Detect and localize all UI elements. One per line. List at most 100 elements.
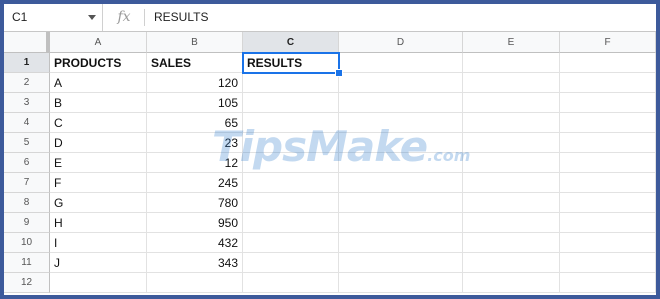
cell-d9[interactable] (339, 213, 463, 233)
cell-f1[interactable] (560, 53, 656, 73)
cell-f11[interactable] (560, 253, 656, 273)
cell-a12[interactable] (50, 273, 147, 293)
cell-b10[interactable]: 432 (147, 233, 243, 253)
cell-a4[interactable]: C (50, 113, 147, 133)
row-header-8[interactable]: 8 (4, 193, 50, 213)
cell-e4[interactable] (463, 113, 560, 133)
cell-d11[interactable] (339, 253, 463, 273)
cell-d12[interactable] (339, 273, 463, 293)
cell-b9[interactable]: 950 (147, 213, 243, 233)
cell-a6[interactable]: E (50, 153, 147, 173)
cell-e9[interactable] (463, 213, 560, 233)
cell-f3[interactable] (560, 93, 656, 113)
column-header-c[interactable]: C (243, 32, 339, 53)
cell-c11[interactable] (243, 253, 339, 273)
row-header-4[interactable]: 4 (4, 113, 50, 133)
cell-c4[interactable] (243, 113, 339, 133)
chevron-down-icon[interactable] (88, 15, 96, 20)
cell-a1[interactable]: PRODUCTS (50, 53, 147, 73)
cell-e7[interactable] (463, 173, 560, 193)
column-header-d[interactable]: D (339, 32, 463, 53)
cell-e11[interactable] (463, 253, 560, 273)
formula-input[interactable]: RESULTS (154, 4, 208, 31)
spreadsheet-window: C1 fx RESULTS A B C D E F 1 PRODUCTS SALES RESULT… (4, 4, 656, 295)
cell-c8[interactable] (243, 193, 339, 213)
cell-e12[interactable] (463, 273, 560, 293)
fx-icon: fx (117, 9, 131, 25)
cell-c5[interactable] (243, 133, 339, 153)
cell-b1[interactable]: SALES (147, 53, 243, 73)
row-header-2[interactable]: 2 (4, 73, 50, 93)
cell-d4[interactable] (339, 113, 463, 133)
select-all-corner[interactable] (4, 32, 50, 53)
cell-a9[interactable]: H (50, 213, 147, 233)
cell-a7[interactable]: F (50, 173, 147, 193)
row-header-11[interactable]: 11 (4, 253, 50, 273)
cell-f5[interactable] (560, 133, 656, 153)
cell-f4[interactable] (560, 113, 656, 133)
cell-c12[interactable] (243, 273, 339, 293)
cell-d7[interactable] (339, 173, 463, 193)
cell-b5[interactable]: 23 (147, 133, 243, 153)
cell-d3[interactable] (339, 93, 463, 113)
cell-a5[interactable]: D (50, 133, 147, 153)
cell-e2[interactable] (463, 73, 560, 93)
cell-d8[interactable] (339, 193, 463, 213)
row-header-5[interactable]: 5 (4, 133, 50, 153)
cell-e10[interactable] (463, 233, 560, 253)
column-header-b[interactable]: B (147, 32, 243, 53)
name-box-value: C1 (12, 10, 28, 24)
cell-f2[interactable] (560, 73, 656, 93)
cell-b12[interactable] (147, 273, 243, 293)
cell-b11[interactable]: 343 (147, 253, 243, 273)
cell-a3[interactable]: B (50, 93, 147, 113)
row-header-12[interactable]: 12 (4, 273, 50, 293)
cell-b2[interactable]: 120 (147, 73, 243, 93)
row-header-10[interactable]: 10 (4, 233, 50, 253)
cell-d10[interactable] (339, 233, 463, 253)
cell-c7[interactable] (243, 173, 339, 193)
formula-bar-divider (144, 9, 145, 26)
row-header-7[interactable]: 7 (4, 173, 50, 193)
cell-b6[interactable]: 12 (147, 153, 243, 173)
cell-f8[interactable] (560, 193, 656, 213)
cell-c2[interactable] (243, 73, 339, 93)
cell-e6[interactable] (463, 153, 560, 173)
cell-b4[interactable]: 65 (147, 113, 243, 133)
column-header-e[interactable]: E (463, 32, 560, 53)
column-header-a[interactable]: A (50, 32, 147, 53)
cell-a10[interactable]: I (50, 233, 147, 253)
cell-f10[interactable] (560, 233, 656, 253)
cell-c9[interactable] (243, 213, 339, 233)
column-header-f[interactable]: F (560, 32, 656, 53)
cell-c6[interactable] (243, 153, 339, 173)
name-box[interactable]: C1 (4, 4, 103, 31)
cell-d5[interactable] (339, 133, 463, 153)
cell-e3[interactable] (463, 93, 560, 113)
row-header-3[interactable]: 3 (4, 93, 50, 113)
cell-c3[interactable] (243, 93, 339, 113)
fill-handle[interactable] (335, 69, 343, 77)
cell-d1[interactable] (339, 53, 463, 73)
cell-e5[interactable] (463, 133, 560, 153)
cell-a11[interactable]: J (50, 253, 147, 273)
cell-f9[interactable] (560, 213, 656, 233)
cell-f12[interactable] (560, 273, 656, 293)
cell-c10[interactable] (243, 233, 339, 253)
cell-f7[interactable] (560, 173, 656, 193)
row-header-6[interactable]: 6 (4, 153, 50, 173)
cell-b7[interactable]: 245 (147, 173, 243, 193)
cell-f6[interactable] (560, 153, 656, 173)
cell-a8[interactable]: G (50, 193, 147, 213)
cell-a2[interactable]: A (50, 73, 147, 93)
row-header-9[interactable]: 9 (4, 213, 50, 233)
cell-b8[interactable]: 780 (147, 193, 243, 213)
cell-d2[interactable] (339, 73, 463, 93)
cell-e8[interactable] (463, 193, 560, 213)
cell-d6[interactable] (339, 153, 463, 173)
row-header-1[interactable]: 1 (4, 53, 50, 73)
formula-bar: C1 fx RESULTS (4, 4, 656, 32)
cell-b3[interactable]: 105 (147, 93, 243, 113)
cell-e1[interactable] (463, 53, 560, 73)
cell-c1[interactable]: RESULTS (242, 52, 340, 74)
